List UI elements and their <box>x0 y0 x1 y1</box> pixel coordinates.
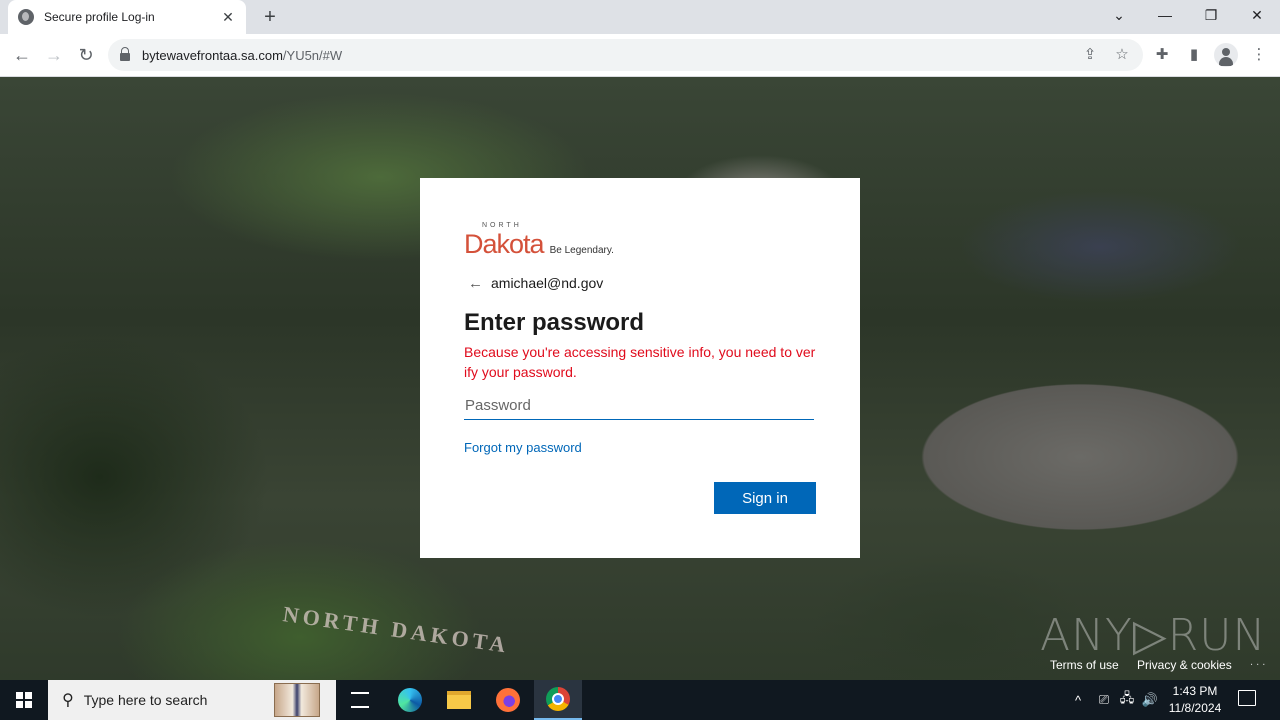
extensions-icon[interactable]: ✚ <box>1151 44 1173 66</box>
taskbar-firefox[interactable] <box>484 680 532 720</box>
url-path: /YU5n/#W <box>282 47 343 63</box>
taskbar-chrome[interactable] <box>534 680 582 720</box>
forward-button[interactable]: → <box>42 44 66 68</box>
taskbar-file-explorer[interactable] <box>435 680 483 720</box>
identity-banner[interactable]: ← amichael@nd.gov <box>464 272 816 294</box>
logo-tagline: Be Legendary. <box>549 245 614 256</box>
tab-search-icon[interactable]: ⌄ <box>1104 4 1134 26</box>
firefox-icon <box>496 688 520 712</box>
login-card: NORTH Dakota Be Legendary. ← amichael@nd… <box>420 178 860 558</box>
password-input[interactable] <box>464 392 814 420</box>
profile-avatar-icon[interactable] <box>1214 43 1238 67</box>
lock-icon[interactable] <box>120 47 130 61</box>
browser-toolbar: ← → ↻ bytewavefrontaa.sa.com/YU5n/#W ⇪ ☆… <box>0 34 1280 77</box>
tray-overflow-chevron-icon[interactable]: ^ <box>1068 680 1088 720</box>
globe-icon <box>18 9 34 25</box>
task-view-icon <box>351 692 369 708</box>
restore-button[interactable]: ❐ <box>1196 4 1226 26</box>
taskbar-clock[interactable]: 1:43 PM 11/8/2024 <box>1162 683 1228 717</box>
side-panel-icon[interactable]: ▮ <box>1183 44 1205 66</box>
volume-icon[interactable]: 🔊 <box>1140 680 1160 720</box>
search-icon: ⚲ <box>62 692 74 709</box>
sign-in-button[interactable]: Sign in <box>714 482 816 514</box>
back-button[interactable]: ← <box>10 44 34 68</box>
privacy-cookies-link[interactable]: Privacy & cookies <box>1137 658 1232 672</box>
terms-of-use-link[interactable]: Terms of use <box>1050 658 1119 672</box>
url-host: bytewavefrontaa.sa.com <box>142 47 283 63</box>
new-tab-button[interactable]: + <box>259 6 281 28</box>
start-button[interactable] <box>0 680 48 720</box>
tab-secure-profile-login[interactable]: Secure profile Log-in ✕ <box>8 0 246 34</box>
more-options-icon[interactable]: . . . <box>1250 656 1265 668</box>
logo-dakota-text: Dakota <box>464 229 545 259</box>
search-highlight-image[interactable] <box>274 683 320 717</box>
meet-now-icon[interactable]: ⎚ <box>1094 680 1114 720</box>
chrome-icon <box>546 687 570 711</box>
taskbar-search-box[interactable]: ⚲ Type here to search <box>48 680 336 720</box>
bookmark-star-icon[interactable]: ☆ <box>1112 45 1132 63</box>
account-email: amichael@nd.gov <box>491 275 604 291</box>
search-placeholder: Type here to search <box>83 692 208 708</box>
back-arrow-icon[interactable]: ← <box>468 275 483 292</box>
forgot-password-link[interactable]: Forgot my password <box>464 440 582 455</box>
notification-center-icon[interactable] <box>1238 690 1256 706</box>
taskbar-edge[interactable] <box>386 680 434 720</box>
error-message: Because you're accessing sensitive info,… <box>464 344 816 380</box>
network-icon[interactable]: 🖧 <box>1116 680 1138 720</box>
browser-tab-bar: Secure profile Log-in ✕ + ⌄ — ❐ ✕ <box>0 0 1280 34</box>
clock-date: 11/8/2024 <box>1168 701 1222 715</box>
browser-menu-icon[interactable]: ⋮ <box>1248 44 1270 66</box>
address-bar[interactable]: bytewavefrontaa.sa.com/YU5n/#W ⇪ ☆ <box>108 39 1143 71</box>
anyrun-watermark: ANY▷RUN <box>1040 610 1267 661</box>
tab-close-icon[interactable]: ✕ <box>220 9 236 26</box>
share-icon[interactable]: ⇪ <box>1080 45 1100 63</box>
close-window-button[interactable]: ✕ <box>1242 4 1272 26</box>
folder-icon <box>447 691 471 709</box>
windows-taskbar: ⚲ Type here to search ^ ⎚ 🖧 🔊 1:43 PM 11… <box>0 680 1280 720</box>
tab-title: Secure profile Log-in <box>44 10 155 24</box>
task-view-button[interactable] <box>336 680 384 720</box>
page-title: Enter password <box>464 309 645 336</box>
background-sign-text: NORTH DAKOTA <box>281 601 512 658</box>
logo-north-text: NORTH <box>482 222 522 229</box>
windows-logo-icon <box>16 692 32 708</box>
reload-button[interactable]: ↻ <box>74 44 98 68</box>
minimize-button[interactable]: — <box>1150 4 1180 26</box>
clock-time: 1:43 PM <box>1172 684 1218 698</box>
edge-icon <box>398 688 422 712</box>
north-dakota-logo: NORTH Dakota Be Legendary. <box>464 222 816 258</box>
